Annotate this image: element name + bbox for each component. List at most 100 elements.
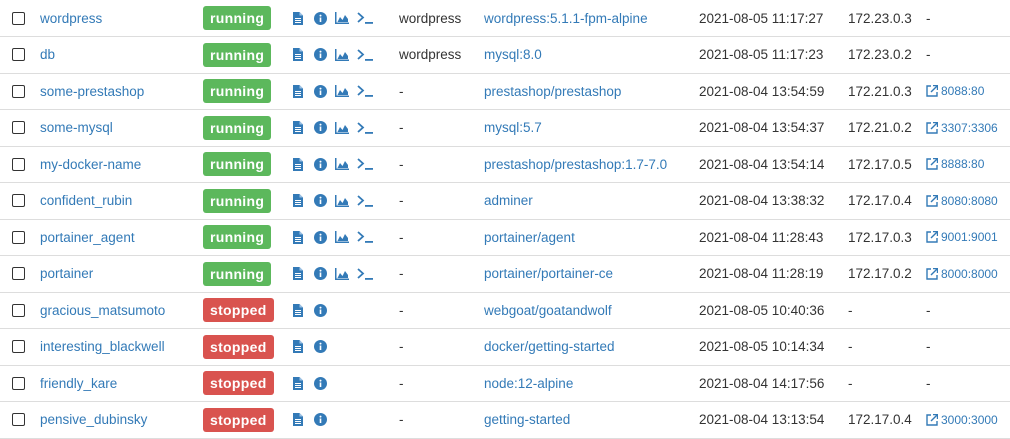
image-link[interactable]: adminer bbox=[484, 193, 533, 208]
external-link-icon bbox=[926, 231, 939, 243]
checkbox-cell bbox=[12, 402, 25, 438]
container-name-cell: interesting_blackwell bbox=[40, 329, 165, 365]
container-name-link[interactable]: some-mysql bbox=[40, 120, 113, 135]
stats-icon[interactable] bbox=[335, 267, 349, 281]
container-name-link[interactable]: friendly_kare bbox=[40, 376, 117, 391]
published-port-link[interactable]: 3000:3000 bbox=[926, 413, 998, 427]
console-icon[interactable] bbox=[357, 11, 374, 25]
inspect-icon[interactable] bbox=[313, 413, 327, 427]
stats-icon[interactable] bbox=[335, 11, 349, 25]
stats-icon[interactable] bbox=[335, 121, 349, 135]
logs-icon[interactable] bbox=[291, 303, 305, 317]
row-checkbox[interactable] bbox=[12, 340, 25, 354]
row-checkbox[interactable] bbox=[12, 194, 25, 208]
logs-icon[interactable] bbox=[291, 194, 305, 208]
image-link[interactable]: portainer/agent bbox=[484, 230, 575, 245]
row-checkbox[interactable] bbox=[12, 230, 25, 244]
logs-icon[interactable] bbox=[291, 230, 305, 244]
external-link-icon bbox=[926, 85, 939, 97]
image-link[interactable]: mysql:5.7 bbox=[484, 120, 542, 135]
inspect-icon[interactable] bbox=[313, 48, 327, 62]
status-badge: running bbox=[203, 188, 272, 213]
stats-icon[interactable] bbox=[335, 157, 349, 171]
image-link[interactable]: prestashop/prestashop:1.7-7.0 bbox=[484, 157, 667, 172]
console-icon[interactable] bbox=[357, 84, 374, 98]
console-icon[interactable] bbox=[357, 121, 374, 135]
published-port-value: 9001:9001 bbox=[941, 230, 998, 245]
stats-icon[interactable] bbox=[335, 84, 349, 98]
row-checkbox[interactable] bbox=[12, 11, 25, 25]
row-checkbox[interactable] bbox=[12, 413, 25, 427]
row-checkbox[interactable] bbox=[12, 157, 25, 171]
container-name-link[interactable]: my-docker-name bbox=[40, 157, 141, 172]
image-link[interactable]: getting-started bbox=[484, 412, 570, 427]
container-name-link[interactable]: gracious_matsumoto bbox=[40, 303, 165, 318]
console-icon[interactable] bbox=[357, 194, 374, 208]
logs-icon[interactable] bbox=[291, 340, 305, 354]
console-icon[interactable] bbox=[357, 157, 374, 171]
created-date: 2021-08-04 13:54:14 bbox=[699, 156, 825, 172]
published-port-link[interactable]: 9001:9001 bbox=[926, 230, 998, 244]
logs-icon[interactable] bbox=[291, 376, 305, 390]
logs-icon[interactable] bbox=[291, 84, 305, 98]
container-name-link[interactable]: db bbox=[40, 47, 55, 62]
published-ports-cell: - bbox=[926, 329, 931, 365]
inspect-icon[interactable] bbox=[313, 157, 327, 171]
row-checkbox[interactable] bbox=[12, 48, 25, 62]
row-checkbox[interactable] bbox=[12, 267, 25, 281]
row-checkbox[interactable] bbox=[12, 303, 25, 317]
inspect-icon[interactable] bbox=[313, 340, 327, 354]
container-name-link[interactable]: portainer bbox=[40, 266, 93, 281]
published-port-link[interactable]: 8888:80 bbox=[926, 157, 984, 171]
image-link[interactable]: docker/getting-started bbox=[484, 339, 615, 354]
image-link[interactable]: mysql:8.0 bbox=[484, 47, 542, 62]
inspect-icon[interactable] bbox=[313, 194, 327, 208]
published-port-link[interactable]: 8088:80 bbox=[926, 84, 984, 98]
ip-address-cell: 172.21.0.3 bbox=[848, 74, 912, 110]
published-port-link[interactable]: 8000:8000 bbox=[926, 267, 998, 281]
status-badge: running bbox=[203, 225, 272, 250]
container-name-link[interactable]: wordpress bbox=[40, 11, 102, 26]
container-name-link[interactable]: interesting_blackwell bbox=[40, 339, 165, 354]
external-link-icon bbox=[926, 267, 939, 280]
published-port-value: 8000:8000 bbox=[941, 266, 998, 281]
console-icon[interactable] bbox=[357, 267, 374, 281]
logs-icon[interactable] bbox=[291, 11, 305, 25]
console-icon[interactable] bbox=[357, 230, 374, 244]
row-checkbox[interactable] bbox=[12, 121, 25, 135]
container-name-link[interactable]: confident_rubin bbox=[40, 193, 132, 208]
image-link[interactable]: webgoat/goatandwolf bbox=[484, 303, 612, 318]
inspect-icon[interactable] bbox=[313, 303, 327, 317]
stats-icon[interactable] bbox=[335, 230, 349, 244]
published-ports-cell: - bbox=[926, 293, 931, 329]
image-link[interactable]: node:12-alpine bbox=[484, 376, 573, 391]
stats-icon[interactable] bbox=[335, 194, 349, 208]
image-link[interactable]: wordpress:5.1.1-fpm-alpine bbox=[484, 11, 648, 26]
ip-address-cell: 172.17.0.5 bbox=[848, 147, 912, 183]
published-port-link[interactable]: 3307:3306 bbox=[926, 121, 998, 135]
inspect-icon[interactable] bbox=[313, 267, 327, 281]
row-checkbox[interactable] bbox=[12, 84, 25, 98]
logs-icon[interactable] bbox=[291, 121, 305, 135]
stack-name: wordpress bbox=[399, 47, 462, 63]
status-cell: running bbox=[203, 110, 272, 146]
logs-icon[interactable] bbox=[291, 267, 305, 281]
stats-icon[interactable] bbox=[335, 48, 349, 62]
inspect-icon[interactable] bbox=[313, 84, 327, 98]
inspect-icon[interactable] bbox=[313, 11, 327, 25]
inspect-icon[interactable] bbox=[313, 230, 327, 244]
image-link[interactable]: portainer/portainer-ce bbox=[484, 266, 613, 281]
logs-icon[interactable] bbox=[291, 157, 305, 171]
container-name-link[interactable]: portainer_agent bbox=[40, 230, 135, 245]
logs-icon[interactable] bbox=[291, 48, 305, 62]
row-checkbox[interactable] bbox=[12, 376, 25, 390]
container-name-link[interactable]: some-prestashop bbox=[40, 84, 144, 99]
inspect-icon[interactable] bbox=[313, 376, 327, 390]
logs-icon[interactable] bbox=[291, 413, 305, 427]
quick-actions bbox=[291, 402, 335, 438]
image-link[interactable]: prestashop/prestashop bbox=[484, 84, 621, 99]
console-icon[interactable] bbox=[357, 48, 374, 62]
published-port-link[interactable]: 8080:8080 bbox=[926, 194, 998, 208]
container-name-link[interactable]: pensive_dubinsky bbox=[40, 412, 147, 427]
inspect-icon[interactable] bbox=[313, 121, 327, 135]
